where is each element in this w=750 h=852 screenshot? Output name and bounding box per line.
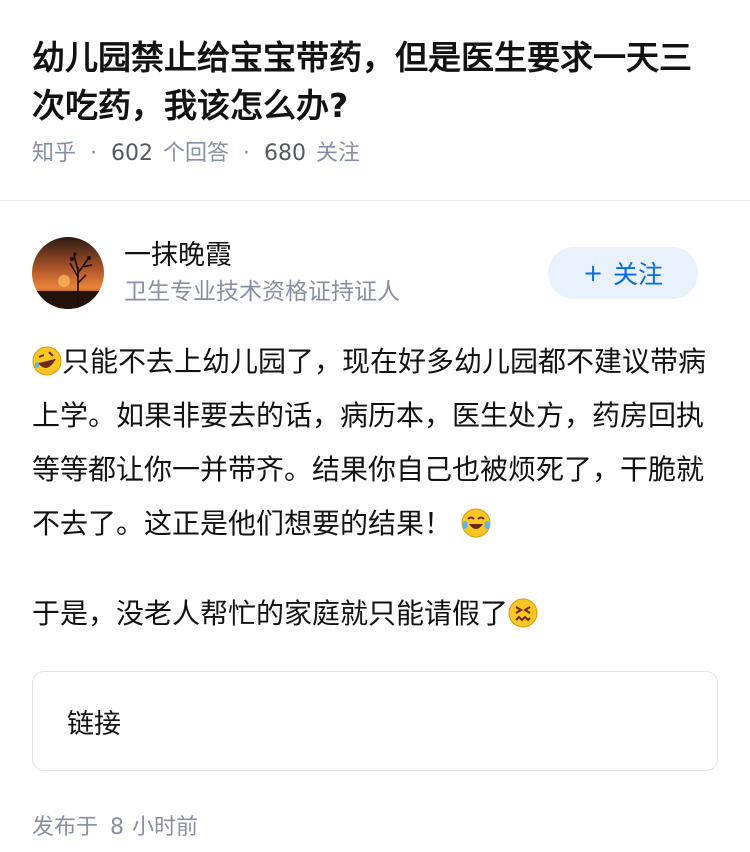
follower-count: 680 bbox=[264, 141, 307, 166]
rolling-laughing-emoji-icon bbox=[32, 346, 62, 376]
author-badge: 卫生专业技术资格证持证人 bbox=[124, 278, 400, 305]
question-header: 幼儿园禁止给宝宝带药，但是医生要求一天三次吃药，我该怎么办? 知乎 · 602 … bbox=[0, 0, 750, 166]
confounded-face-emoji-icon bbox=[508, 598, 538, 628]
follow-button[interactable]: + 关注 bbox=[548, 246, 698, 299]
meta-separator: · bbox=[90, 141, 98, 166]
answer-paragraph-text: 于是，没老人帮忙的家庭就只能请假了 bbox=[32, 597, 509, 630]
link-card[interactable]: 链接 bbox=[32, 671, 718, 771]
answer-content: 只能不去上幼儿园了，现在好多幼儿园都不建议带病上学。如果非要去的话，病历本，医生… bbox=[0, 309, 750, 641]
author-row: 一抹晚霞 卫生专业技术资格证持证人 + 关注 bbox=[0, 201, 750, 309]
answer-paragraph-text: 只能不去上幼儿园了，现在好多幼儿园都不建议带病上学。如果非要去的话，病历本，医生… bbox=[32, 345, 707, 540]
answer-paragraph: 于是，没老人帮忙的家庭就只能请假了 bbox=[32, 587, 718, 641]
publish-time-value: 8 bbox=[110, 815, 125, 840]
follower-count-label[interactable]: 关注 bbox=[316, 138, 360, 170]
publish-info: 发布于 8 小时前 bbox=[0, 771, 750, 841]
answer-count: 602 bbox=[111, 141, 154, 166]
publish-prefix: 发布于 bbox=[32, 815, 99, 840]
question-title[interactable]: 幼儿园禁止给宝宝带药，但是医生要求一天三次吃药，我该怎么办? bbox=[32, 34, 718, 130]
meta-separator: · bbox=[243, 141, 251, 166]
answer-paragraph: 只能不去上幼儿园了，现在好多幼儿园都不建议带病上学。如果非要去的话，病历本，医生… bbox=[32, 335, 718, 551]
plus-icon: + bbox=[582, 258, 604, 287]
answer-count-label[interactable]: 个回答 bbox=[163, 138, 229, 170]
link-card-label: 链接 bbox=[67, 708, 121, 740]
author-info: 一抹晚霞 卫生专业技术资格证持证人 bbox=[124, 239, 548, 307]
sunset-avatar-image bbox=[32, 236, 104, 309]
publish-time-unit: 小时前 bbox=[132, 815, 199, 840]
follow-button-label: 关注 bbox=[613, 259, 664, 289]
source-label[interactable]: 知乎 bbox=[32, 138, 76, 170]
tears-of-joy-emoji-icon bbox=[461, 508, 491, 538]
question-meta: 知乎 · 602 个回答 · 680 关注 bbox=[32, 138, 718, 170]
avatar[interactable] bbox=[32, 236, 104, 309]
author-name[interactable]: 一抹晚霞 bbox=[124, 239, 548, 273]
